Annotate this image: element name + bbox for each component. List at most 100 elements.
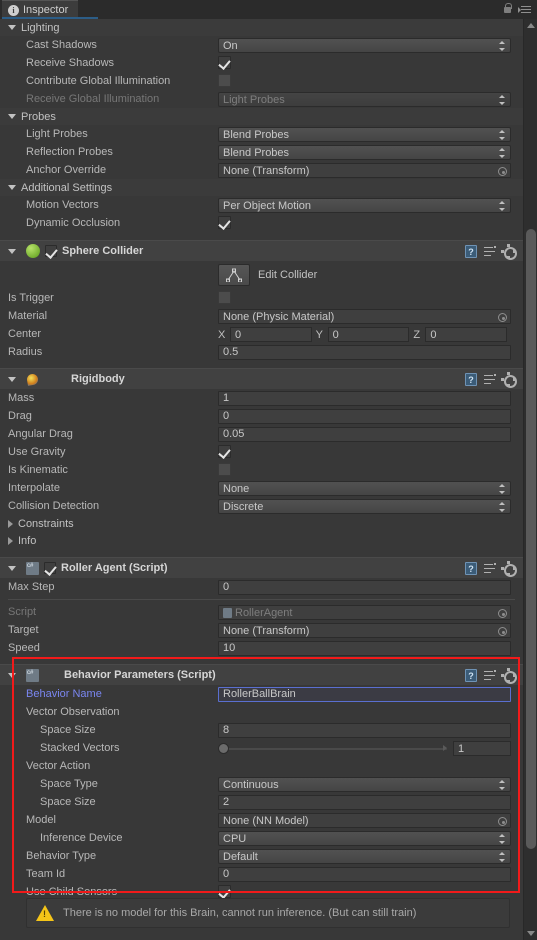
- checkbox-use-gravity[interactable]: [218, 445, 231, 458]
- help-icon[interactable]: ?: [465, 669, 477, 682]
- chevron-down-icon[interactable]: [8, 565, 16, 571]
- preset-icon[interactable]: [483, 373, 496, 386]
- section-probes[interactable]: Probes: [0, 108, 523, 125]
- checkbox-is-trigger[interactable]: [218, 291, 231, 304]
- dropdown-light-probes[interactable]: Blend Probes: [218, 127, 511, 142]
- center-x[interactable]: X 0: [218, 327, 316, 342]
- center-y[interactable]: Y 0: [316, 327, 414, 342]
- vertical-scrollbar[interactable]: [523, 19, 537, 940]
- object-picker-icon[interactable]: [498, 627, 507, 636]
- gear-icon[interactable]: [502, 561, 517, 577]
- field-center-vector3[interactable]: X 0 Y 0 Z 0: [218, 327, 511, 342]
- checkbox-contribute-gi[interactable]: [218, 74, 231, 87]
- field-material[interactable]: None (Physic Material): [218, 309, 511, 324]
- center-z-input[interactable]: 0: [425, 327, 508, 342]
- dropdown-motion-vectors[interactable]: Per Object Motion: [218, 198, 511, 213]
- field-mass[interactable]: 1: [218, 391, 511, 406]
- slider-stacked-vectors[interactable]: [218, 741, 447, 756]
- dropdown-reflection-probes[interactable]: Blend Probes: [218, 145, 511, 160]
- field-use-gravity[interactable]: [218, 445, 511, 460]
- foldout-info[interactable]: Info: [0, 532, 523, 549]
- object-picker-icon[interactable]: [498, 167, 507, 176]
- input-drag[interactable]: 0: [218, 409, 511, 424]
- dropdown-va-space-type[interactable]: Continuous: [218, 777, 511, 792]
- field-drag[interactable]: 0: [218, 409, 511, 424]
- scroll-up-arrow[interactable]: [527, 23, 535, 28]
- field-motion-vectors[interactable]: Per Object Motion: [218, 198, 511, 213]
- field-collision-detection[interactable]: Discrete: [218, 499, 511, 514]
- field-behavior-type[interactable]: Default: [218, 849, 511, 864]
- scrollbar-thumb[interactable]: [526, 229, 536, 849]
- object-picker-icon[interactable]: [498, 817, 507, 826]
- field-cast-shadows[interactable]: On: [218, 38, 511, 53]
- gear-icon[interactable]: [502, 372, 517, 388]
- scroll-down-arrow[interactable]: [527, 931, 535, 936]
- field-stacked-vectors[interactable]: 1: [218, 741, 511, 756]
- checkbox-is-kinematic[interactable]: [218, 463, 231, 476]
- checkbox-roller-agent-enabled[interactable]: [44, 562, 56, 574]
- section-additional-settings[interactable]: Additional Settings: [0, 179, 523, 196]
- foldout-constraints[interactable]: Constraints: [0, 515, 523, 532]
- preset-icon[interactable]: [483, 669, 496, 682]
- input-va-space-size[interactable]: 2: [218, 795, 511, 810]
- input-vo-space-size[interactable]: 8: [218, 723, 511, 738]
- chevron-down-icon[interactable]: [8, 672, 16, 678]
- input-radius[interactable]: 0.5: [218, 345, 511, 360]
- objectfield-target[interactable]: None (Transform): [218, 623, 511, 638]
- field-speed[interactable]: 10: [218, 641, 511, 656]
- field-vo-space-size[interactable]: 8: [218, 723, 511, 738]
- field-light-probes[interactable]: Blend Probes: [218, 127, 511, 142]
- input-speed[interactable]: 10: [218, 641, 511, 656]
- dropdown-inference-device[interactable]: CPU: [218, 831, 511, 846]
- gear-icon[interactable]: [502, 668, 517, 684]
- field-receive-shadows[interactable]: [218, 56, 511, 71]
- objectfield-material[interactable]: None (Physic Material): [218, 309, 511, 324]
- field-va-space-size[interactable]: 2: [218, 795, 511, 810]
- component-header-rigidbody[interactable]: Rigidbody ?: [0, 368, 523, 389]
- chevron-down-icon[interactable]: [8, 376, 16, 382]
- help-icon[interactable]: ?: [465, 562, 477, 575]
- preset-icon[interactable]: [483, 245, 496, 258]
- field-va-space-type[interactable]: Continuous: [218, 777, 511, 792]
- center-x-input[interactable]: 0: [230, 327, 312, 342]
- input-angular-drag[interactable]: 0.05: [218, 427, 511, 442]
- help-icon[interactable]: ?: [465, 373, 477, 386]
- gear-icon[interactable]: [502, 244, 517, 260]
- checkbox-use-child-sensors[interactable]: [218, 885, 231, 898]
- field-angular-drag[interactable]: 0.05: [218, 427, 511, 442]
- edit-collider-button[interactable]: [218, 264, 250, 286]
- component-header-behavior-parameters[interactable]: Behavior Parameters (Script) ?: [0, 664, 523, 685]
- lock-icon[interactable]: [503, 3, 512, 14]
- chevron-down-icon[interactable]: [8, 248, 16, 254]
- slider-handle[interactable]: [218, 743, 229, 754]
- input-behavior-name[interactable]: RollerBallBrain: [218, 687, 511, 702]
- help-icon[interactable]: ?: [465, 245, 477, 258]
- objectfield-model[interactable]: None (NN Model): [218, 813, 511, 828]
- objectfield-anchor-override[interactable]: None (Transform): [218, 163, 511, 178]
- field-dynamic-occlusion[interactable]: [218, 216, 511, 231]
- menu-icon[interactable]: [518, 4, 531, 14]
- input-mass[interactable]: 1: [218, 391, 511, 406]
- field-anchor-override[interactable]: None (Transform): [218, 163, 511, 178]
- field-inference-device[interactable]: CPU: [218, 831, 511, 846]
- center-y-input[interactable]: 0: [327, 327, 410, 342]
- field-interpolate[interactable]: None: [218, 481, 511, 496]
- input-team-id[interactable]: 0: [218, 867, 511, 882]
- field-is-kinematic[interactable]: [218, 463, 511, 478]
- field-target[interactable]: None (Transform): [218, 623, 511, 638]
- field-max-step[interactable]: 0: [218, 580, 511, 595]
- dropdown-interpolate[interactable]: None: [218, 481, 511, 496]
- field-contribute-gi[interactable]: [218, 74, 511, 89]
- input-max-step[interactable]: 0: [218, 580, 511, 595]
- field-is-trigger[interactable]: [218, 291, 511, 306]
- field-radius[interactable]: 0.5: [218, 345, 511, 360]
- input-stacked-vectors[interactable]: 1: [453, 741, 511, 756]
- dropdown-collision-detection[interactable]: Discrete: [218, 499, 511, 514]
- component-header-roller-agent[interactable]: Roller Agent (Script) ?: [0, 557, 523, 578]
- checkbox-sphere-collider-enabled[interactable]: [45, 245, 57, 257]
- field-behavior-name[interactable]: RollerBallBrain: [218, 687, 511, 702]
- field-model[interactable]: None (NN Model): [218, 813, 511, 828]
- center-z[interactable]: Z 0: [413, 327, 511, 342]
- dropdown-behavior-type[interactable]: Default: [218, 849, 511, 864]
- object-picker-icon[interactable]: [498, 313, 507, 322]
